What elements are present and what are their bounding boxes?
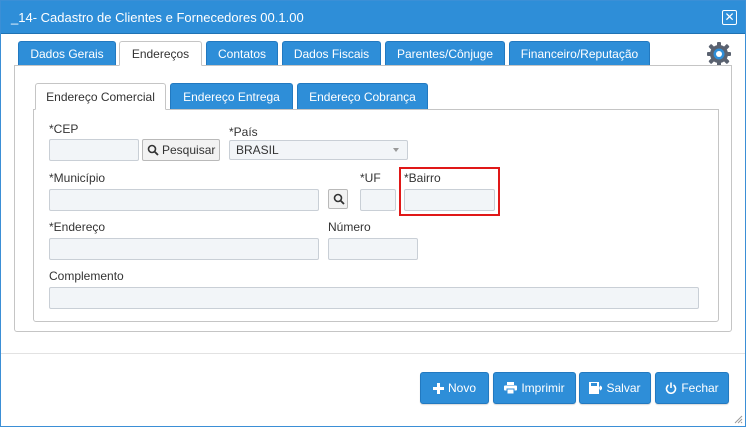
dialog-window: _14- Cadastro de Clientes e Fornecedores… [0,0,746,427]
complemento-input[interactable] [49,287,699,309]
pesquisar-button[interactable]: Pesquisar [142,139,220,161]
uf-label: *UF [360,171,381,185]
salvar-button[interactable]: Salvar [579,372,651,404]
resize-grip-icon[interactable] [733,414,743,424]
municipio-search-button[interactable] [328,189,348,209]
gear-icon[interactable] [706,41,732,67]
search-icon [333,193,345,205]
tab-dados-gerais[interactable]: Dados Gerais [18,41,116,66]
imprimir-label: Imprimir [521,381,565,395]
tab-endereco-comercial[interactable]: Endereço Comercial [35,83,166,110]
salvar-label: Salvar [606,381,641,395]
complemento-label: Complemento [49,269,124,283]
tab-dados-fiscais[interactable]: Dados Fiscais [282,41,381,66]
endereco-input[interactable] [49,238,319,260]
tab-endereco-entrega[interactable]: Endereço Entrega [170,83,293,110]
municipio-input[interactable] [49,189,319,211]
plus-icon [432,383,444,394]
municipio-label: *Município [49,171,106,185]
novo-label: Novo [447,381,476,395]
tab-contatos[interactable]: Contatos [206,41,278,66]
window-title: _14- Cadastro de Clientes e Fornecedores… [11,10,304,25]
tab-parentes-conjuge[interactable]: Parentes/Cônjuge [385,41,505,66]
fechar-button[interactable]: Fechar [655,372,729,404]
pais-label: *País [229,125,258,139]
save-icon [589,382,604,394]
tab-financeiro-reputacao[interactable]: Financeiro/Reputação [509,41,650,66]
imprimir-button[interactable]: Imprimir [493,372,576,404]
tab-endereco-cobranca[interactable]: Endereço Cobrança [297,83,428,110]
pais-value: BRASIL [236,143,279,157]
power-icon [666,382,677,394]
search-icon [147,144,159,156]
pesquisar-label: Pesquisar [162,143,216,157]
numero-input[interactable] [328,238,418,260]
tab-enderecos[interactable]: Endereços [119,41,202,66]
cep-label: *CEP [49,122,79,136]
printer-icon [504,382,518,395]
close-icon[interactable]: ✕ [722,10,737,25]
fechar-label: Fechar [681,381,719,395]
footer-divider [1,353,745,354]
novo-button[interactable]: Novo [420,372,489,404]
numero-label: Número [328,220,371,234]
pais-select[interactable]: BRASIL [229,140,408,160]
cep-input[interactable] [49,139,139,161]
bairro-highlight [399,167,500,216]
uf-input[interactable] [360,189,396,211]
title-bar[interactable]: _14- Cadastro de Clientes e Fornecedores… [1,1,745,34]
endereco-label: *Endereço [49,220,106,234]
chevron-down-icon [393,148,399,152]
